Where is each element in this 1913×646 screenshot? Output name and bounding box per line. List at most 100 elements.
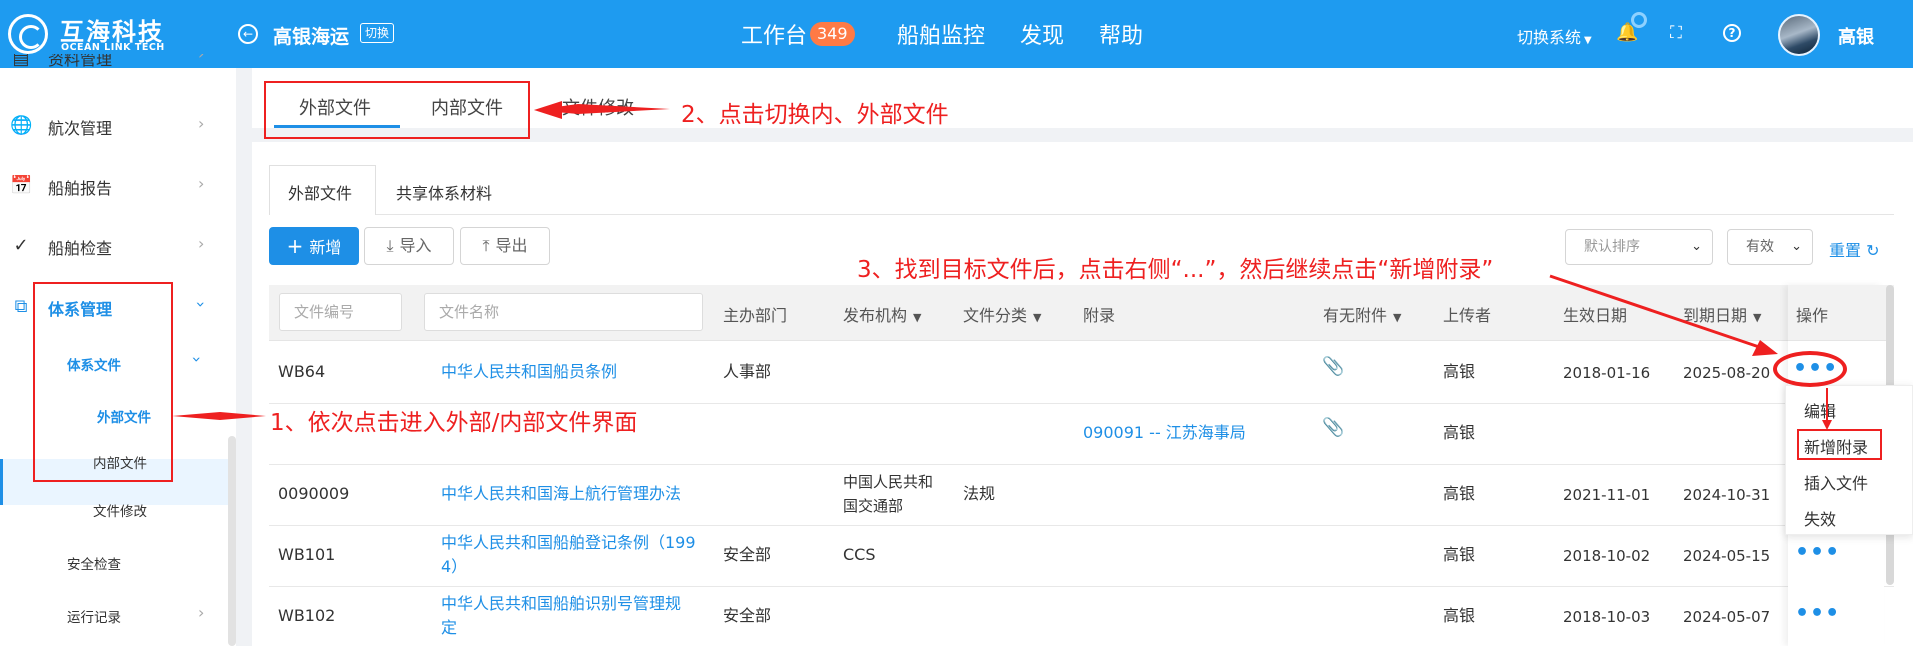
cell-effective: 2018-10-03 bbox=[1563, 608, 1651, 626]
cell-uploader: 高银 bbox=[1443, 362, 1476, 381]
calendar-icon: 📅 bbox=[10, 175, 33, 196]
cell-name-link-line1[interactable]: 中华人民共和国船舶识别号管理规 bbox=[441, 593, 681, 615]
status-select[interactable]: 有效 ⌄ bbox=[1727, 229, 1813, 265]
cell-publisher-line1: 中国人民共和 bbox=[843, 473, 934, 491]
fullscreen-icon[interactable]: ⛶ bbox=[1670, 22, 1682, 44]
col-attachment[interactable]: 有无附件 ▼ bbox=[1323, 302, 1401, 326]
file-copy-icon: ⧉ bbox=[14, 296, 28, 317]
col-category-label: 文件分类 bbox=[963, 306, 1028, 325]
back-arrow-icon[interactable]: ← bbox=[238, 24, 258, 44]
sidebar-item-materials[interactable]: ▤ 资料管理 › bbox=[0, 54, 228, 74]
annotation-step-1: 1、依次点击进入外部/内部文件界面 bbox=[270, 410, 638, 436]
more-actions-button[interactable]: ••• bbox=[1795, 603, 1840, 625]
top-header: 互海科技 OCEAN LINK TECH ← 高银海运 切换 工作台 349 船… bbox=[0, 0, 1913, 68]
sidebar-scrollbar[interactable] bbox=[228, 436, 236, 646]
cell-name-link-line1[interactable]: 中华人民共和国船舶登记条例（199 bbox=[441, 532, 696, 554]
cell-expire: 2024-05-07 bbox=[1683, 608, 1771, 626]
file-code-filter[interactable]: 文件编号 bbox=[279, 293, 402, 331]
cell-code: 0090009 bbox=[278, 484, 350, 503]
chevron-right-icon: › bbox=[198, 174, 205, 193]
tab-file-changes[interactable]: 文件修改 bbox=[562, 94, 634, 120]
refresh-icon: ↻ bbox=[1866, 241, 1880, 260]
paperclip-icon[interactable]: 📎 bbox=[1322, 417, 1344, 438]
import-icon: ⤓ bbox=[386, 236, 394, 255]
menu-item-insert-file[interactable]: 插入文件 bbox=[1804, 470, 1868, 494]
add-button[interactable]: + 新增 bbox=[269, 227, 359, 265]
import-label: 导入 bbox=[399, 236, 432, 255]
cell-dept: 安全部 bbox=[723, 606, 772, 625]
col-expire-date[interactable]: 到期日期 ▼ bbox=[1683, 302, 1761, 326]
nav-discover[interactable]: 发现 bbox=[1020, 18, 1064, 50]
cell-dept: 安全部 bbox=[723, 545, 772, 564]
logo-subtitle: OCEAN LINK TECH bbox=[61, 42, 165, 53]
chevron-right-icon: › bbox=[198, 603, 205, 622]
file-name-filter[interactable]: 文件名称 bbox=[424, 293, 703, 331]
chevron-down-icon: ⌄ bbox=[1791, 239, 1802, 254]
nav-help[interactable]: 帮助 bbox=[1099, 18, 1143, 50]
menu-item-edit[interactable]: 编辑 bbox=[1804, 398, 1836, 422]
caret-down-icon: ▼ bbox=[1033, 311, 1042, 324]
notification-dot-icon bbox=[1631, 12, 1647, 28]
annotation-step-3: 3、找到目标文件后，点击右侧“...”，然后继续点击“新增附录” bbox=[857, 257, 1494, 283]
cell-code: WB101 bbox=[278, 545, 336, 564]
subtab-external-files[interactable]: 外部文件 bbox=[288, 180, 352, 204]
sidebar-sub-file-changes[interactable]: 文件修改 bbox=[93, 500, 147, 520]
company-logo[interactable]: 互海科技 OCEAN LINK TECH bbox=[8, 12, 198, 56]
plus-icon: + bbox=[286, 234, 304, 258]
export-button[interactable]: ⤒ 导出 bbox=[460, 227, 550, 265]
chevron-right-icon: › bbox=[198, 114, 205, 133]
caret-down-icon: ▼ bbox=[1393, 311, 1402, 324]
chevron-down-icon: ⌄ bbox=[1691, 239, 1702, 254]
subtab-divider bbox=[376, 214, 1894, 215]
switch-system-label: 切换系统 bbox=[1517, 28, 1582, 47]
paperclip-icon[interactable]: 📎 bbox=[1322, 356, 1344, 377]
sort-select[interactable]: 默认排序 ⌄ bbox=[1565, 229, 1713, 265]
switch-system-dropdown[interactable]: 切换系统 ▼ bbox=[1517, 24, 1592, 48]
sidebar-item-label: 资料管理 bbox=[48, 54, 113, 69]
cell-code: WB102 bbox=[278, 606, 336, 625]
cell-expire: 2025-08-20 bbox=[1683, 364, 1771, 382]
cell-publisher-line2: 国交通部 bbox=[843, 497, 904, 515]
more-actions-button[interactable]: ••• bbox=[1795, 542, 1840, 564]
col-category[interactable]: 文件分类 ▼ bbox=[963, 302, 1041, 326]
cell-name-link[interactable]: 中华人民共和国船员条例 bbox=[441, 361, 617, 383]
menu-item-invalidate[interactable]: 失效 bbox=[1804, 506, 1836, 530]
globe-icon: 🌐 bbox=[10, 115, 33, 136]
export-icon: ⤒ bbox=[482, 236, 490, 255]
document-stack-icon: ▤ bbox=[12, 54, 30, 69]
sidebar-sub-safety-check[interactable]: 安全检查 bbox=[67, 553, 121, 573]
avatar[interactable] bbox=[1778, 14, 1820, 56]
nav-ship-monitor[interactable]: 船舶监控 bbox=[897, 18, 985, 50]
sidebar-item-label: 航次管理 bbox=[48, 119, 113, 138]
subtab-shared-materials[interactable]: 共享体系材料 bbox=[396, 180, 492, 204]
col-effective-date: 生效日期 bbox=[1563, 306, 1628, 325]
cell-uploader: 高银 bbox=[1443, 545, 1476, 564]
export-label: 导出 bbox=[495, 236, 528, 255]
row-divider bbox=[269, 464, 1894, 465]
row-divider bbox=[269, 525, 1894, 526]
check-circle-icon: ✓ bbox=[13, 235, 29, 256]
cell-name-link-line2[interactable]: 4） bbox=[441, 556, 467, 578]
cell-uploader: 高银 bbox=[1443, 484, 1476, 503]
nav-workbench[interactable]: 工作台 bbox=[741, 18, 807, 50]
col-publisher-label: 发布机构 bbox=[843, 306, 908, 325]
reset-button[interactable]: 重置 ↻ bbox=[1829, 237, 1880, 261]
sidebar-sub-operation-records[interactable]: 运行记录 bbox=[67, 606, 121, 626]
cell-name-link-line2[interactable]: 定 bbox=[441, 617, 457, 639]
col-appendix: 附录 bbox=[1083, 306, 1116, 325]
cell-expire: 2024-10-31 bbox=[1683, 486, 1771, 504]
user-name[interactable]: 高银 bbox=[1838, 23, 1874, 49]
cell-effective: 2021-11-01 bbox=[1563, 486, 1651, 504]
cell-appendix-link[interactable]: 090091 -- 江苏海事局 bbox=[1083, 422, 1246, 444]
import-button[interactable]: ⤓ 导入 bbox=[364, 227, 454, 265]
cell-name-link[interactable]: 中华人民共和国海上航行管理办法 bbox=[441, 483, 681, 505]
caret-down-icon: ▼ bbox=[1753, 311, 1762, 324]
annotation-box-sidebar bbox=[33, 282, 173, 482]
chevron-down-icon: › bbox=[187, 356, 207, 363]
annotation-oval-more bbox=[1773, 351, 1847, 387]
help-circle-icon[interactable]: ? bbox=[1723, 24, 1741, 42]
col-publisher[interactable]: 发布机构 ▼ bbox=[843, 302, 921, 326]
cell-uploader: 高银 bbox=[1443, 606, 1476, 625]
switch-company-button[interactable]: 切换 bbox=[360, 23, 395, 43]
chevron-down-icon: › bbox=[191, 301, 211, 308]
